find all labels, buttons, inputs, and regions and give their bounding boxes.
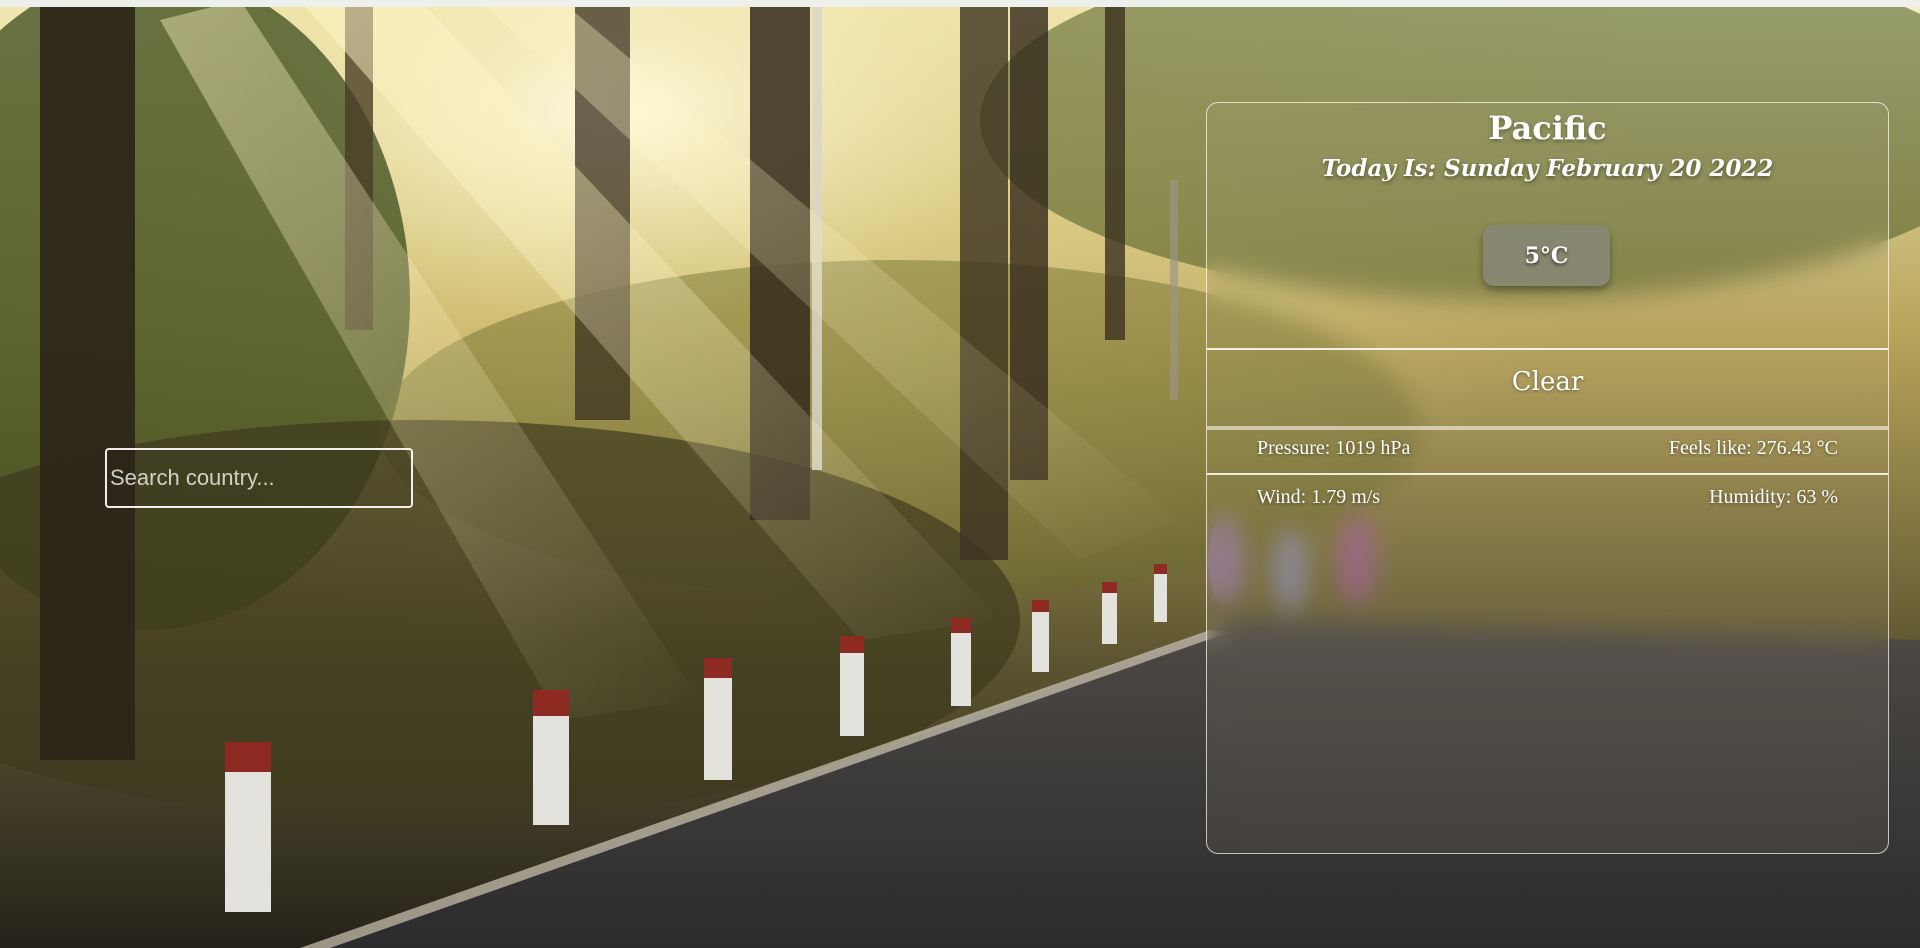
feels-like-value: Feels like: 276.43 °C (1668, 437, 1838, 459)
current-date: Today Is: Sunday February 20 2022 (1321, 155, 1774, 182)
divider (1207, 348, 1888, 350)
divider (1207, 426, 1888, 430)
weather-app: Pacific Today Is: Sunday February 20 202… (0, 0, 1920, 948)
browser-top-strip (0, 0, 1920, 7)
search-country-input[interactable] (105, 448, 413, 508)
divider (1207, 473, 1888, 475)
pressure-value: Pressure: 1019 hPa (1257, 437, 1411, 459)
humidity-value: Humidity: 63 % (1709, 486, 1838, 508)
city-name: Pacific (1488, 109, 1607, 147)
weather-card: Pacific Today Is: Sunday February 20 202… (1206, 102, 1889, 854)
temperature-badge: 5°C (1483, 225, 1610, 286)
weather-condition: Clear (1511, 367, 1584, 397)
wind-value: Wind: 1.79 m/s (1257, 486, 1381, 508)
